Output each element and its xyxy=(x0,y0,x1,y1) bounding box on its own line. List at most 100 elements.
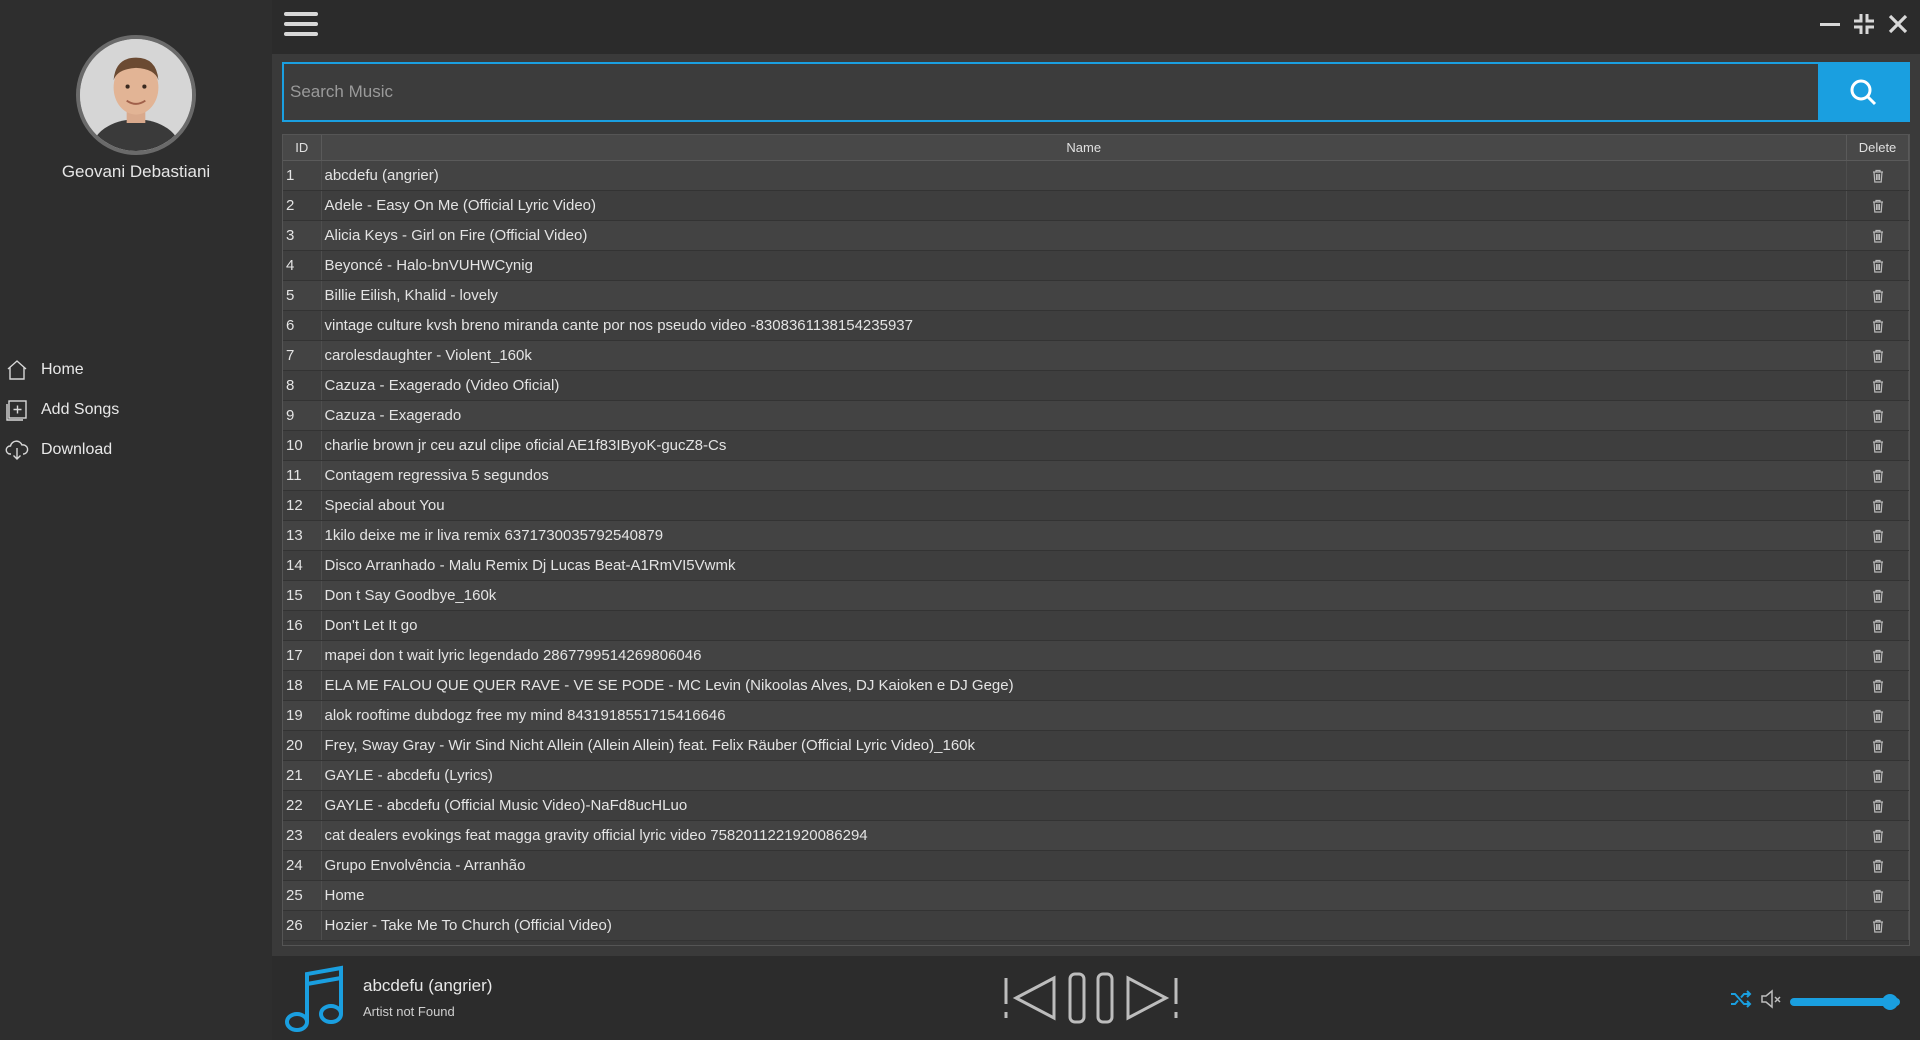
delete-button[interactable] xyxy=(1846,700,1909,731)
delete-button[interactable] xyxy=(1846,310,1909,341)
volume-slider-knob[interactable] xyxy=(1882,993,1898,1010)
delete-button[interactable] xyxy=(1846,580,1909,611)
table-row[interactable]: 9 Cazuza - Exagerado xyxy=(283,400,1909,431)
delete-button[interactable] xyxy=(1846,370,1909,401)
table-row[interactable]: 21 GAYLE - abcdefu (Lyrics) xyxy=(283,760,1909,791)
mute-button[interactable] xyxy=(1760,988,1782,1015)
minimize-icon[interactable] xyxy=(1818,12,1842,36)
song-name[interactable]: Frey, Sway Gray - Wir Sind Nicht Allein … xyxy=(321,730,1847,761)
table-row[interactable]: 10 charlie brown jr ceu azul clipe oficia… xyxy=(283,430,1909,461)
delete-button[interactable] xyxy=(1846,340,1909,371)
song-name[interactable]: Alicia Keys - Girl on Fire (Official Vid… xyxy=(321,220,1847,251)
song-name[interactable]: Adele - Easy On Me (Official Lyric Video… xyxy=(321,190,1847,221)
table-row[interactable]: 15 Don t Say Goodbye_160k xyxy=(283,580,1909,611)
table-row[interactable]: 7 carolesdaughter - Violent_160k xyxy=(283,340,1909,371)
table-row[interactable]: 3 Alicia Keys - Girl on Fire (Official Vi… xyxy=(283,220,1909,251)
delete-button[interactable] xyxy=(1846,640,1909,671)
table-row[interactable]: 22 GAYLE - abcdefu (Official Music Video)… xyxy=(283,790,1909,821)
delete-button[interactable] xyxy=(1846,550,1909,581)
song-name[interactable]: GAYLE - abcdefu (Official Music Video)-N… xyxy=(321,790,1847,821)
delete-button[interactable] xyxy=(1846,280,1909,311)
table-row[interactable]: 19 alok rooftime dubdogz free my mind 843… xyxy=(283,700,1909,731)
song-name[interactable]: ELA ME FALOU QUE QUER RAVE - VE SE PODE … xyxy=(321,670,1847,701)
delete-button[interactable] xyxy=(1846,610,1909,641)
table-row[interactable]: 20 Frey, Sway Gray - Wir Sind Nicht Allei… xyxy=(283,730,1909,761)
search-button[interactable] xyxy=(1818,64,1908,120)
song-name[interactable]: GAYLE - abcdefu (Lyrics) xyxy=(321,760,1847,791)
delete-button[interactable] xyxy=(1846,730,1909,761)
delete-button[interactable] xyxy=(1846,880,1909,911)
song-name[interactable]: Hozier - Take Me To Church (Official Vid… xyxy=(321,910,1847,941)
song-name[interactable]: abcdefu (angrier) xyxy=(321,160,1847,191)
delete-button[interactable] xyxy=(1846,520,1909,551)
song-name[interactable]: Cazuza - Exagerado xyxy=(321,400,1847,431)
table-row[interactable]: 24 Grupo Envolvência - Arranhão xyxy=(283,850,1909,881)
table-row[interactable]: 11 Contagem regressiva 5 segundos xyxy=(283,460,1909,491)
song-name[interactable]: vintage culture kvsh breno miranda cante… xyxy=(321,310,1847,341)
avatar-image xyxy=(80,39,192,151)
delete-button[interactable] xyxy=(1846,400,1909,431)
sidebar-item-add-songs[interactable]: Add Songs xyxy=(0,390,272,430)
table-row[interactable]: 26 Hozier - Take Me To Church (Official V… xyxy=(283,910,1909,941)
delete-button[interactable] xyxy=(1846,220,1909,251)
song-name[interactable]: Cazuza - Exagerado (Video Oficial) xyxy=(321,370,1847,401)
column-header-id: ID xyxy=(283,135,322,161)
song-name[interactable]: Home xyxy=(321,880,1847,911)
trash-icon xyxy=(1871,887,1885,904)
delete-button[interactable] xyxy=(1846,790,1909,821)
sidebar-item-download[interactable]: Download xyxy=(0,430,272,470)
song-name[interactable]: 1kilo deixe me ir liva remix 63717300357… xyxy=(321,520,1847,551)
search-input[interactable] xyxy=(284,64,1818,120)
table-row[interactable]: 2 Adele - Easy On Me (Official Lyric Vide… xyxy=(283,190,1909,221)
table-row[interactable]: 4 Beyoncé - Halo-bnVUHWCynig xyxy=(283,250,1909,281)
song-name[interactable]: Beyoncé - Halo-bnVUHWCynig xyxy=(321,250,1847,281)
table-row[interactable]: 13 1kilo deixe me ir liva remix 637173003… xyxy=(283,520,1909,551)
delete-button[interactable] xyxy=(1846,460,1909,491)
table-row[interactable]: 25 Home xyxy=(283,880,1909,911)
song-name[interactable]: Contagem regressiva 5 segundos xyxy=(321,460,1847,491)
pause-button[interactable] xyxy=(1066,970,1116,1026)
delete-button[interactable] xyxy=(1846,190,1909,221)
sidebar-nav: Home Add Songs Download xyxy=(0,350,272,470)
delete-button[interactable] xyxy=(1846,850,1909,881)
table-row[interactable]: 17 mapei don t wait lyric legendado 28677… xyxy=(283,640,1909,671)
table-row[interactable]: 23 cat dealers evokings feat magga gravit… xyxy=(283,820,1909,851)
next-button[interactable] xyxy=(1124,972,1180,1024)
table-row[interactable]: 14 Disco Arranhado - Malu Remix Dj Lucas … xyxy=(283,550,1909,581)
delete-button[interactable] xyxy=(1846,910,1909,941)
song-name[interactable]: alok rooftime dubdogz free my mind 84319… xyxy=(321,700,1847,731)
previous-button[interactable] xyxy=(1002,972,1058,1024)
song-name[interactable]: Special about You xyxy=(321,490,1847,521)
table-row[interactable]: 6 vintage culture kvsh breno miranda cant… xyxy=(283,310,1909,341)
table-row[interactable]: 18 ELA ME FALOU QUE QUER RAVE - VE SE POD… xyxy=(283,670,1909,701)
delete-button[interactable] xyxy=(1846,820,1909,851)
shuffle-button[interactable] xyxy=(1730,988,1752,1015)
table-row[interactable]: 16 Don't Let It go xyxy=(283,610,1909,641)
sidebar-item-home[interactable]: Home xyxy=(0,350,272,390)
delete-button[interactable] xyxy=(1846,250,1909,281)
menu-icon[interactable] xyxy=(284,12,318,40)
song-name[interactable]: Disco Arranhado - Malu Remix Dj Lucas Be… xyxy=(321,550,1847,581)
delete-button[interactable] xyxy=(1846,430,1909,461)
song-name[interactable]: mapei don t wait lyric legendado 2867799… xyxy=(321,640,1847,671)
song-name[interactable]: Grupo Envolvência - Arranhão xyxy=(321,850,1847,881)
song-name[interactable]: charlie brown jr ceu azul clipe oficial … xyxy=(321,430,1847,461)
trash-icon xyxy=(1871,767,1885,784)
delete-button[interactable] xyxy=(1846,760,1909,791)
volume-slider[interactable] xyxy=(1790,993,1900,1010)
song-name[interactable]: cat dealers evokings feat magga gravity … xyxy=(321,820,1847,851)
delete-button[interactable] xyxy=(1846,490,1909,521)
song-name[interactable]: Don't Let It go xyxy=(321,610,1847,641)
restore-icon[interactable] xyxy=(1852,12,1876,36)
table-row[interactable]: 8 Cazuza - Exagerado (Video Oficial) xyxy=(283,370,1909,401)
avatar[interactable] xyxy=(76,35,196,155)
close-icon[interactable] xyxy=(1886,12,1910,36)
table-row[interactable]: 5 Billie Eilish, Khalid - lovely xyxy=(283,280,1909,311)
table-row[interactable]: 1 abcdefu (angrier) xyxy=(283,160,1909,191)
delete-button[interactable] xyxy=(1846,670,1909,701)
table-row[interactable]: 12 Special about You xyxy=(283,490,1909,521)
song-name[interactable]: Don t Say Goodbye_160k xyxy=(321,580,1847,611)
song-name[interactable]: Billie Eilish, Khalid - lovely xyxy=(321,280,1847,311)
delete-button[interactable] xyxy=(1846,160,1909,191)
song-name[interactable]: carolesdaughter - Violent_160k xyxy=(321,340,1847,371)
